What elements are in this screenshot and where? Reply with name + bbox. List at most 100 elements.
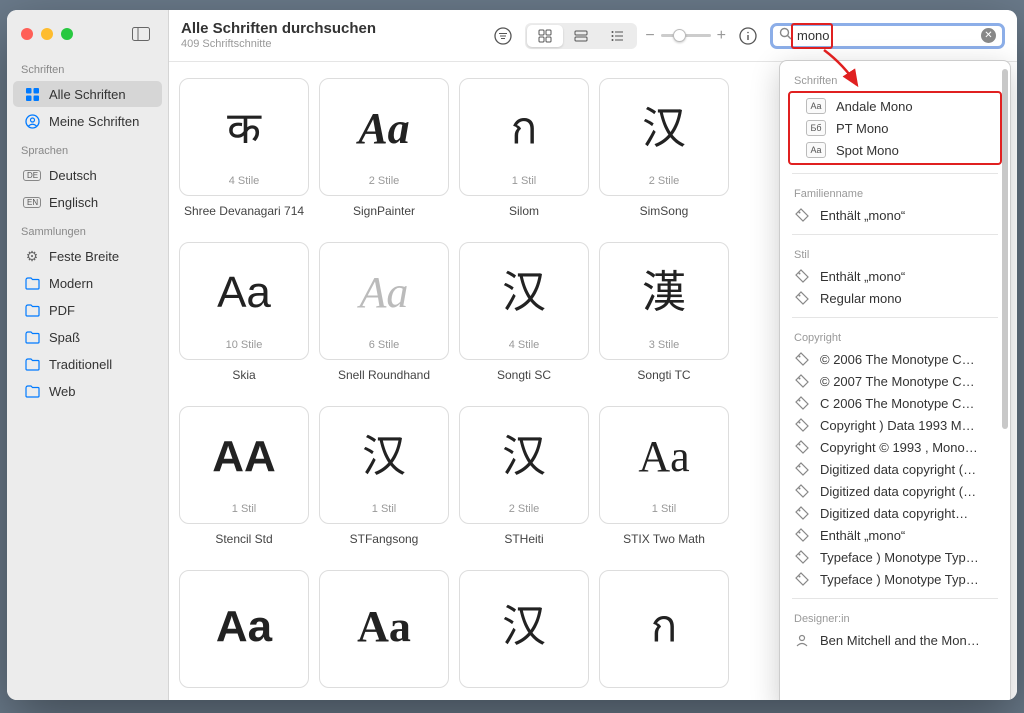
dropdown-item[interactable]: Digitized data copyright (… — [780, 458, 1010, 480]
dropdown-item-label: Enthält „mono“ — [820, 208, 905, 223]
font-card[interactable]: Aa1 StilSTIX Two Math — [599, 406, 729, 562]
dropdown-item[interactable]: Copyright © 1993 , Mono… — [780, 436, 1010, 458]
dropdown-item[interactable]: Ben Mitchell and the Mon… — [780, 629, 1010, 651]
sidebar-section-label: Sammlungen — [7, 216, 168, 242]
slider-thumb[interactable] — [673, 29, 686, 42]
dropdown-item-label: Enthält „mono“ — [820, 269, 905, 284]
dropdown-item[interactable]: Typeface ) Monotype Typ… — [780, 546, 1010, 568]
dropdown-item[interactable]: Enthält „mono“ — [780, 204, 1010, 226]
scrollbar[interactable] — [1002, 69, 1008, 429]
font-card[interactable]: Aa2 StileSignPainter — [319, 78, 449, 234]
font-card[interactable]: 汉2 StileSimSong — [599, 78, 729, 234]
font-card[interactable]: 汉4 StileSongti SC — [459, 242, 589, 398]
font-glyph: 汉 — [502, 251, 546, 335]
font-card[interactable]: 汉 — [459, 570, 589, 700]
dropdown-item[interactable]: Digitized data copyright (… — [780, 480, 1010, 502]
dropdown-item-label: Ben Mitchell and the Mon… — [820, 633, 980, 648]
font-card[interactable]: Aa — [179, 570, 309, 700]
sidebar-item[interactable]: Spaß — [13, 324, 162, 350]
font-card[interactable]: 汉1 StilSTFangsong — [319, 406, 449, 562]
font-glyph: 汉 — [362, 415, 406, 499]
font-glyph: Aa — [638, 415, 689, 499]
app-window: SchriftenAlle SchriftenMeine SchriftenSp… — [7, 10, 1017, 700]
font-preview-box: Aa2 Stile — [319, 78, 449, 196]
clear-search-button[interactable]: ✕ — [981, 28, 996, 43]
font-preview-box: AA1 Stil — [179, 406, 309, 524]
font-style-count: 1 Stil — [372, 503, 396, 515]
slider-track[interactable] — [661, 34, 711, 37]
dropdown-item[interactable]: AaSpot Mono — [792, 139, 998, 161]
tag-icon — [794, 351, 810, 367]
font-card[interactable]: Aa10 StileSkia — [179, 242, 309, 398]
font-card[interactable]: Aa6 StileSnell Roundhand — [319, 242, 449, 398]
fullscreen-window-button[interactable] — [61, 28, 73, 40]
font-card[interactable]: ก1 Stil Silom — [459, 78, 589, 234]
font-card[interactable]: क4 StileShree Devanagari 714 — [179, 78, 309, 234]
font-style-count: 1 Stil — [512, 175, 536, 187]
font-style-count: 6 Stile — [369, 339, 400, 351]
sidebar-toggle-icon[interactable] — [128, 24, 154, 44]
sidebar-item[interactable]: Alle Schriften — [13, 81, 162, 107]
dropdown-item[interactable]: © 2007 The Monotype C… — [780, 370, 1010, 392]
dropdown-item[interactable]: БбPT Mono — [792, 117, 998, 139]
font-preview-box: Aa10 Stile — [179, 242, 309, 360]
sidebar-item[interactable]: PDF — [13, 297, 162, 323]
font-card[interactable]: Aa — [319, 570, 449, 700]
sidebar-item-icon: DE — [23, 166, 41, 184]
font-style-count: 3 Stile — [649, 339, 680, 351]
font-card[interactable]: ก — [599, 570, 729, 700]
window-controls — [7, 10, 168, 54]
dropdown-item[interactable]: AaAndale Mono — [792, 95, 998, 117]
tag-icon — [794, 290, 810, 306]
dropdown-item[interactable]: C 2006 The Monotype C… — [780, 392, 1010, 414]
search-input[interactable] — [797, 28, 976, 43]
sidebar-item[interactable]: Web — [13, 378, 162, 404]
list-view-button[interactable] — [563, 25, 599, 47]
sidebar-item[interactable]: Traditionell — [13, 351, 162, 377]
sidebar-item-icon — [23, 355, 41, 373]
font-preview-box: 汉4 Stile — [459, 242, 589, 360]
dropdown-item[interactable]: Digitized data copyright… — [780, 502, 1010, 524]
sidebar-section-label: Sprachen — [7, 135, 168, 161]
dropdown-section-label: Copyright — [780, 326, 1010, 348]
font-glyph: 汉 — [642, 87, 686, 171]
tag-icon — [794, 571, 810, 587]
font-name: Silom — [509, 204, 539, 234]
sidebar-item-label: Feste Breite — [49, 249, 119, 264]
dropdown-item[interactable]: Typeface ) Monotype Typ… — [780, 568, 1010, 590]
dropdown-item-label: Copyright © 1993 , Mono… — [820, 440, 978, 455]
dropdown-item[interactable]: Copyright ) Data 1993 M… — [780, 414, 1010, 436]
sidebar-item[interactable]: Meine Schriften — [13, 108, 162, 134]
dropdown-item[interactable]: Regular mono — [780, 287, 1010, 309]
font-preview-box: ก — [599, 570, 729, 688]
divider — [792, 234, 998, 235]
info-button[interactable] — [734, 24, 762, 48]
sidebar-item[interactable]: DEDeutsch — [13, 162, 162, 188]
compact-view-button[interactable] — [599, 25, 635, 47]
font-card[interactable]: 汉2 StileSTHeiti — [459, 406, 589, 562]
grid-view-button[interactable] — [527, 25, 563, 47]
dropdown-item[interactable]: Enthält „mono“ — [780, 265, 1010, 287]
font-style-count: 2 Stile — [649, 175, 680, 187]
close-window-button[interactable] — [21, 28, 33, 40]
sidebar-item[interactable]: ⚙Feste Breite — [13, 243, 162, 269]
search-field[interactable]: ✕ — [770, 23, 1005, 49]
font-preview-box: ก1 Stil — [459, 78, 589, 196]
sidebar-item[interactable]: Modern — [13, 270, 162, 296]
font-glyph: AA — [212, 415, 276, 499]
dropdown-item[interactable]: © 2006 The Monotype C… — [780, 348, 1010, 370]
dropdown-item-label: Enthält „mono“ — [820, 528, 905, 543]
filter-button[interactable] — [489, 24, 517, 48]
minimize-window-button[interactable] — [41, 28, 53, 40]
font-card[interactable]: 漢3 StileSongti TC — [599, 242, 729, 398]
font-card[interactable]: AA1 StilStencil Std — [179, 406, 309, 562]
dropdown-item[interactable]: Enthält „mono“ — [780, 524, 1010, 546]
dropdown-item-label: Copyright ) Data 1993 M… — [820, 418, 975, 433]
divider — [792, 317, 998, 318]
sidebar-item-icon: EN — [23, 193, 41, 211]
sidebar-item[interactable]: ENEnglisch — [13, 189, 162, 215]
size-slider[interactable]: − + — [645, 27, 726, 45]
page-subtitle: 409 Schriftschnitte — [181, 38, 376, 51]
sidebar-item-icon — [23, 274, 41, 292]
font-name: Snell Roundhand — [338, 368, 430, 398]
